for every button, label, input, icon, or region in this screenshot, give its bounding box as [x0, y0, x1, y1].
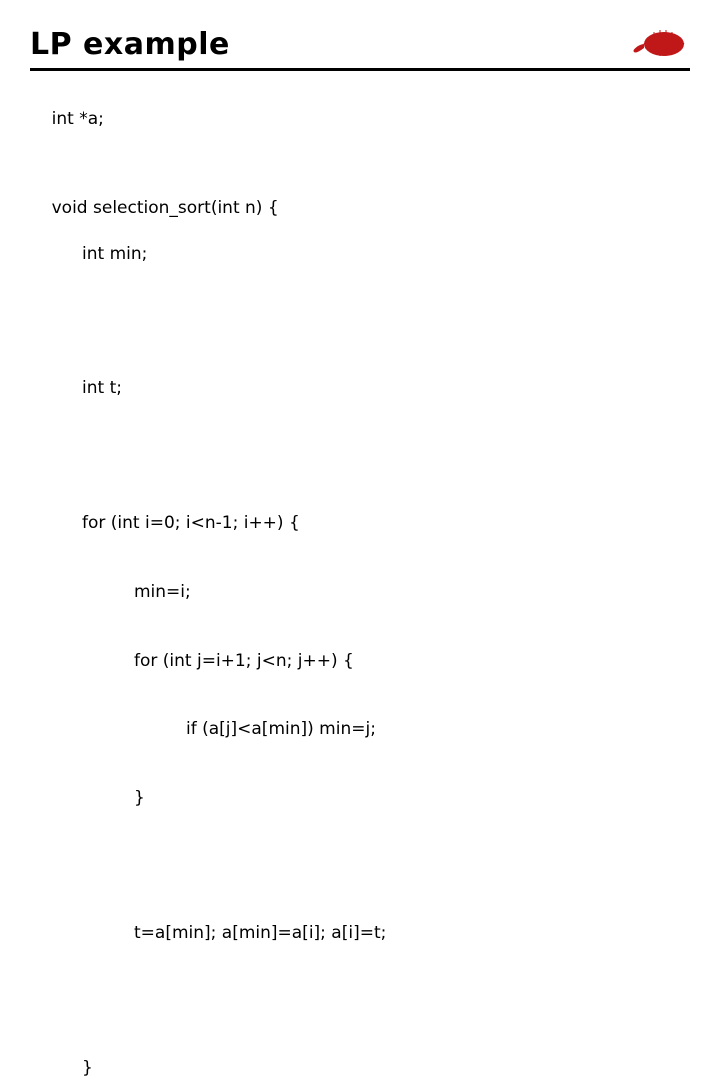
blank-line	[30, 154, 690, 174]
code-line: min=i;	[30, 581, 690, 604]
code-line: void selection_sort(int n) {	[52, 198, 279, 218]
code-line: int t;	[30, 377, 690, 400]
code-line: int *a;	[52, 109, 104, 129]
blank-line	[30, 856, 690, 876]
code-line: if (a[j]<a[min]) min=j;	[30, 718, 690, 741]
header: LP example	[30, 18, 690, 71]
slide: LP example int *a; void sele	[0, 0, 720, 540]
logo-icon	[630, 18, 690, 62]
code-line: for (int j=i+1; j<n; j++) {	[30, 650, 690, 673]
code-line: int min;	[30, 243, 690, 266]
blank-line	[30, 311, 690, 331]
code-line: for (int i=0; i<n-1; i++) {	[30, 512, 690, 535]
code-block: int *a; void selection_sort(int n) { int…	[30, 71, 690, 1080]
code-line: }	[30, 787, 690, 810]
blank-line	[30, 991, 690, 1011]
code-line: t=a[min]; a[min]=a[i]; a[i]=t;	[30, 922, 690, 945]
page-title: LP example	[30, 27, 230, 62]
blank-line	[30, 446, 690, 466]
code-line: }	[30, 1057, 690, 1080]
